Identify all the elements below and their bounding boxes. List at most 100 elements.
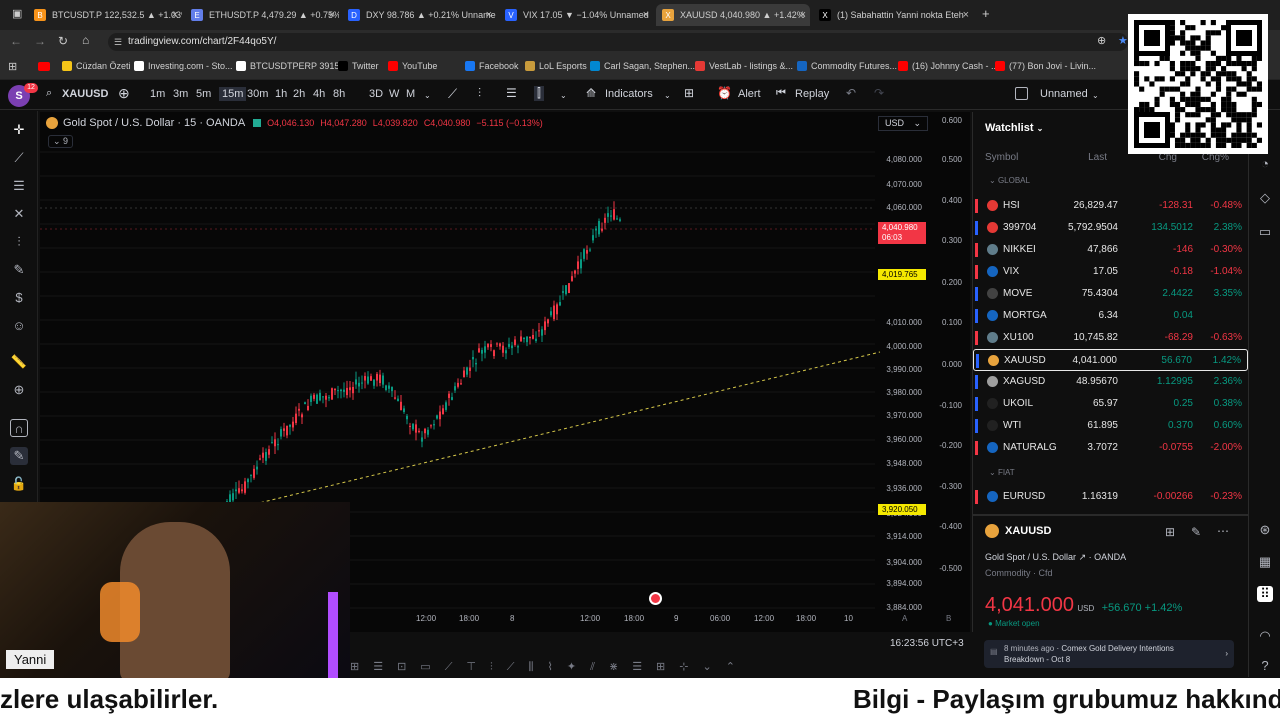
calendar-icon[interactable]: ▦ bbox=[1257, 554, 1273, 570]
chat-icon[interactable]: ▭ bbox=[1257, 224, 1273, 240]
symbol-search-icon[interactable]: ⌕ bbox=[46, 87, 52, 100]
chart-title[interactable]: Gold Spot / U.S. Dollar · 15 · OANDA bbox=[63, 117, 245, 129]
layers-icon[interactable]: ◇ bbox=[1257, 190, 1273, 206]
bookmark-item[interactable]: LoL Esports bbox=[525, 61, 587, 71]
replay-button[interactable]: Replay bbox=[795, 88, 829, 100]
new-tab-icon[interactable]: + bbox=[982, 6, 990, 21]
interval-m[interactable]: M bbox=[406, 88, 415, 100]
indicators-dropdown-icon[interactable]: ⌄ bbox=[664, 91, 671, 100]
undo-icon[interactable]: ↶ bbox=[846, 86, 856, 100]
currency-selector[interactable]: USD ⌄ bbox=[878, 116, 928, 131]
external-link-icon[interactable]: ↗ bbox=[1079, 552, 1089, 562]
layout-checkbox-icon[interactable] bbox=[1015, 87, 1028, 100]
interval-dropdown-icon[interactable]: ⌄ bbox=[424, 91, 431, 100]
news-item[interactable]: ▤ 8 minutes ago · Comex Gold Delivery In… bbox=[984, 640, 1234, 668]
fib-icon[interactable]: ☰ bbox=[10, 177, 28, 195]
watchlist-row[interactable]: MOVE 75.4304 2.4422 3.35% bbox=[973, 283, 1248, 305]
zoom-in-icon[interactable]: ⊕ bbox=[10, 381, 28, 399]
indicators-collapse-button[interactable]: ⌄ 9 bbox=[48, 135, 74, 148]
watchlist-row[interactable]: HSI 26,829.47 -128.31 -0.48% bbox=[973, 195, 1248, 217]
interval-30m[interactable]: 30m bbox=[247, 88, 268, 100]
column-last[interactable]: Last bbox=[1088, 152, 1107, 163]
event-marker-icon[interactable] bbox=[649, 592, 662, 605]
bookmark-item[interactable]: Cüzdan Özeti bbox=[62, 61, 131, 71]
crosshair-icon[interactable]: ✛ bbox=[10, 121, 28, 139]
signal-icon[interactable]: ◠ bbox=[1257, 628, 1273, 644]
watchlist-title[interactable]: Watchlist ⌄ bbox=[985, 122, 1043, 134]
trend-line[interactable] bbox=[254, 351, 881, 505]
details-more-icon[interactable]: ⋯ bbox=[1217, 524, 1229, 538]
layout-dropdown-icon[interactable]: ⌄ bbox=[1092, 91, 1099, 100]
bookmark-youtube-icon[interactable] bbox=[38, 62, 50, 71]
apps-icon[interactable]: ⊞ bbox=[8, 60, 17, 73]
interval-w[interactable]: W bbox=[389, 88, 399, 100]
pattern-icon[interactable]: ✕ bbox=[10, 205, 28, 223]
interval-15m[interactable]: 15m bbox=[219, 87, 247, 101]
bookmark-item[interactable]: VestLab - listings &... bbox=[695, 61, 793, 71]
chart-clock[interactable]: 16:23:56 UTC+3 bbox=[890, 638, 964, 649]
line-chart-icon[interactable]: ⟋ bbox=[448, 86, 457, 102]
tab-list-icon[interactable]: ▣ bbox=[12, 7, 22, 20]
log-scale-button[interactable]: B bbox=[946, 614, 951, 623]
site-info-icon[interactable]: ☰ bbox=[114, 33, 122, 51]
url-field[interactable]: ☰ tradingview.com/chart/2F44qo5Y/ bbox=[108, 33, 1128, 51]
ruler-icon[interactable]: 📏 bbox=[10, 353, 28, 371]
projection-icon[interactable]: ⫶ bbox=[10, 233, 28, 251]
lock-icon[interactable]: 🔓 bbox=[10, 475, 28, 493]
watchlist-row[interactable]: EURUSD 1.16319 -0.00266 -0.23% bbox=[973, 486, 1248, 508]
interval-1h[interactable]: 1h bbox=[275, 88, 287, 100]
browser-tab[interactable]: E ETHUSDT.P 4,479.29 ▲ +0.75% × bbox=[185, 4, 339, 26]
reload-icon[interactable]: ↻ bbox=[58, 34, 68, 48]
interval-4h[interactable]: 4h bbox=[313, 88, 325, 100]
watchlist-row[interactable]: VIX 17.05 -0.18 -1.04% bbox=[973, 261, 1248, 283]
interval-5m[interactable]: 5m bbox=[196, 88, 211, 100]
bookmark-item[interactable]: Investing.com - Sto... bbox=[134, 61, 233, 71]
browser-tab[interactable]: X XAUUSD 4,040.980 ▲ +1.42% × bbox=[656, 4, 810, 26]
tab-close-icon[interactable]: × bbox=[963, 9, 969, 21]
interval-2h[interactable]: 2h bbox=[293, 88, 305, 100]
trend-line-icon[interactable]: ⟋ bbox=[10, 149, 28, 167]
watchlist-row[interactable]: MORTGA 6.34 0.04 bbox=[973, 305, 1248, 327]
details-symbol[interactable]: XAUUSD bbox=[1005, 525, 1051, 537]
watchlist-row[interactable]: XAUUSD 4,041.000 56.670 1.42% bbox=[973, 349, 1248, 371]
browser-tab[interactable]: B BTCUSDT.P 122,532.5 ▲ +1.03% × bbox=[28, 4, 182, 26]
browser-tab[interactable]: X (1) Sabahattin Yanni nokta Eteh × bbox=[813, 4, 973, 26]
layouts-icon[interactable]: ⊞ bbox=[684, 86, 694, 100]
candles-icon[interactable]: ☰ bbox=[506, 86, 517, 100]
watchlist-row[interactable]: XAGUSD 48.95670 1.12995 2.36% bbox=[973, 371, 1248, 393]
stay-drawing-icon[interactable]: ✎ bbox=[10, 447, 28, 465]
bookmark-item[interactable]: Twitter bbox=[338, 61, 379, 71]
alert-icon[interactable]: ⏰ bbox=[717, 86, 732, 100]
help-icon[interactable]: ? bbox=[1257, 658, 1273, 674]
tab-close-icon[interactable]: × bbox=[329, 9, 335, 21]
tab-close-icon[interactable]: × bbox=[486, 9, 492, 21]
watchlist-row[interactable]: UKOIL 65.97 0.25 0.38% bbox=[973, 393, 1248, 415]
bookmark-item[interactable]: BTCUSDTPERP 3915... bbox=[236, 61, 347, 71]
brush-icon[interactable]: ✎ bbox=[10, 261, 28, 279]
watchlist-row[interactable]: WTI 61.895 0.370 0.60% bbox=[973, 415, 1248, 437]
details-edit-icon[interactable]: ✎ bbox=[1191, 525, 1201, 539]
interval-1m[interactable]: 1m bbox=[150, 88, 165, 100]
forward-icon[interactable]: → bbox=[34, 34, 46, 48]
panel-divider[interactable] bbox=[973, 514, 1248, 516]
text-tool-icon[interactable]: $ bbox=[10, 289, 28, 307]
browser-tab[interactable]: D DXY 98.786 ▲ +0.21% Unname × bbox=[342, 4, 496, 26]
tab-close-icon[interactable]: × bbox=[172, 9, 178, 21]
bookmark-item[interactable]: Commodity Futures... bbox=[797, 61, 897, 71]
bar-chart-icon[interactable]: ⫶ bbox=[478, 86, 481, 101]
watchlist-row[interactable]: 399704 5,792.9504 134.5012 2.38% bbox=[973, 217, 1248, 239]
tab-close-icon[interactable]: × bbox=[643, 9, 649, 21]
compare-add-icon[interactable]: ⊕ bbox=[118, 85, 130, 102]
bookmark-item[interactable]: YouTube bbox=[388, 61, 437, 71]
layout-name[interactable]: Unnamed bbox=[1040, 88, 1088, 100]
details-grid-icon[interactable]: ⊞ bbox=[1165, 525, 1175, 539]
column-symbol[interactable]: Symbol bbox=[985, 152, 1018, 163]
bookmark-star-icon[interactable]: ★ bbox=[1118, 34, 1128, 47]
auto-scale-button[interactable]: A bbox=[902, 614, 907, 623]
indicators-button[interactable]: Indicators bbox=[605, 88, 653, 100]
interval-8h[interactable]: 8h bbox=[333, 88, 345, 100]
bookmark-item[interactable]: (77) Bon Jovi - Livin... bbox=[995, 61, 1096, 71]
back-icon[interactable]: ← bbox=[10, 34, 22, 48]
redo-icon[interactable]: ↷ bbox=[874, 86, 884, 100]
bookmark-item[interactable]: Facebook bbox=[465, 61, 519, 71]
